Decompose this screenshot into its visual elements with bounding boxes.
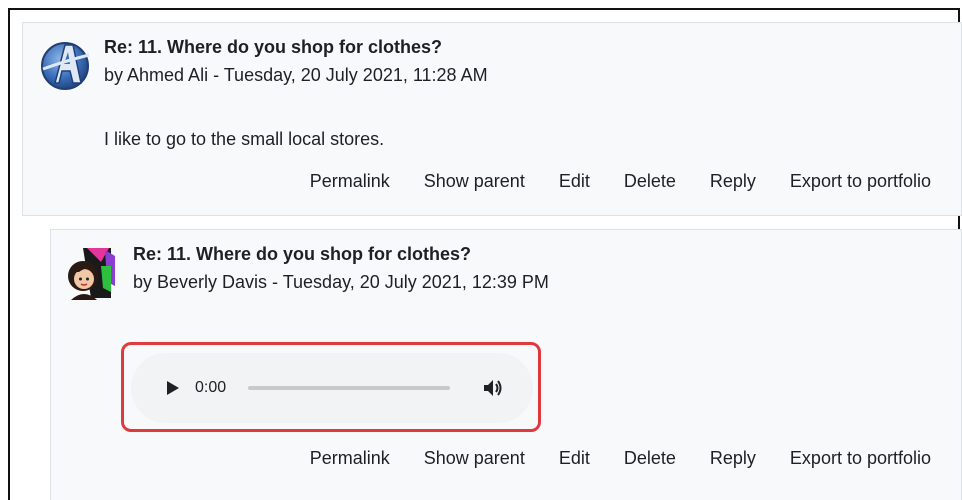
forum-post-2: Re: 11. Where do you shop for clothes? b… bbox=[50, 229, 962, 500]
reply-link[interactable]: Reply bbox=[710, 171, 756, 192]
post-subject: Re: 11. Where do you shop for clothes? bbox=[133, 244, 472, 264]
post-byline: by Beverly Davis - Tuesday, 20 July 2021… bbox=[133, 272, 549, 292]
post-subject: Re: 11. Where do you shop for clothes? bbox=[104, 37, 443, 57]
export-portfolio-link[interactable]: Export to portfolio bbox=[790, 448, 931, 469]
post-byline: by Ahmed Ali - Tuesday, 20 July 2021, 11… bbox=[104, 65, 488, 85]
post-commands: Permalink Show parent Edit Delete Reply … bbox=[310, 171, 961, 192]
export-portfolio-link[interactable]: Export to portfolio bbox=[790, 171, 931, 192]
reply-link[interactable]: Reply bbox=[710, 448, 756, 469]
audio-player[interactable]: 0:00 bbox=[131, 353, 533, 423]
permalink-link[interactable]: Permalink bbox=[310, 171, 390, 192]
edit-link[interactable]: Edit bbox=[559, 448, 590, 469]
audio-seek-bar[interactable] bbox=[248, 386, 451, 390]
play-icon[interactable] bbox=[161, 376, 185, 400]
post-commands: Permalink Show parent Edit Delete Reply … bbox=[310, 448, 961, 469]
permalink-link[interactable]: Permalink bbox=[310, 448, 390, 469]
show-parent-link[interactable]: Show parent bbox=[424, 448, 525, 469]
avengers-avatar-icon[interactable] bbox=[35, 35, 93, 93]
woman-avatar-icon[interactable] bbox=[61, 242, 119, 300]
post-content: I like to go to the small local stores. bbox=[104, 129, 385, 149]
forum-post-1: Re: 11. Where do you shop for clothes? b… bbox=[22, 22, 962, 216]
delete-link[interactable]: Delete bbox=[624, 448, 676, 469]
show-parent-link[interactable]: Show parent bbox=[424, 171, 525, 192]
edit-link[interactable]: Edit bbox=[559, 171, 590, 192]
volume-icon[interactable] bbox=[480, 375, 506, 401]
audio-time: 0:00 bbox=[195, 379, 227, 396]
delete-link[interactable]: Delete bbox=[624, 171, 676, 192]
